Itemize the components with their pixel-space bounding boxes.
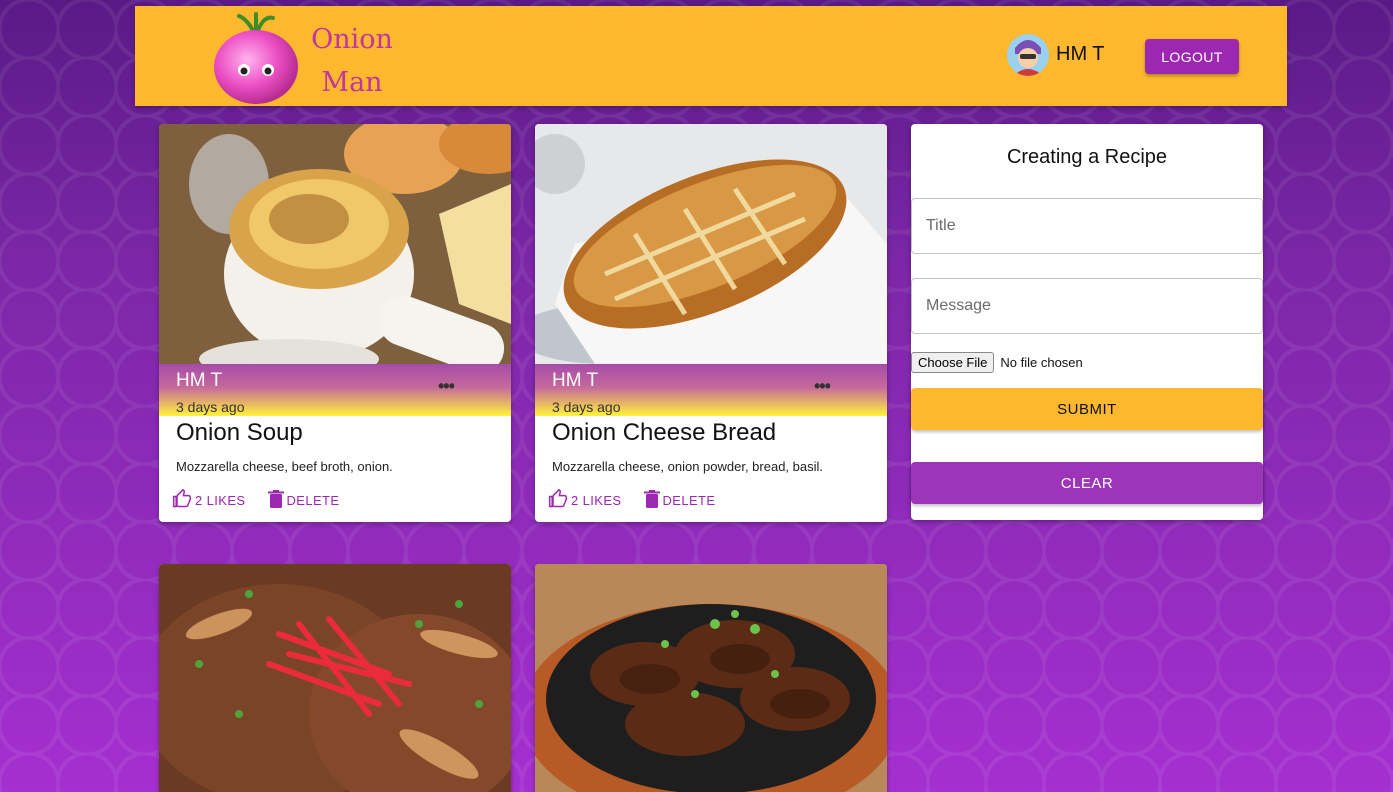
file-status: No file chosen: [1000, 355, 1083, 370]
post-author: HM T: [176, 370, 223, 391]
title-input[interactable]: [912, 199, 1262, 253]
onion-logo-icon[interactable]: [211, 10, 301, 104]
delete-button[interactable]: DELETE: [267, 489, 340, 511]
beef-bowl-photo: [159, 564, 511, 792]
brand-name: Onion Man: [297, 18, 407, 104]
like-button[interactable]: 2 LIKES: [548, 488, 622, 512]
delete-label: DELETE: [286, 492, 340, 508]
choose-file-button[interactable]: Choose File: [911, 352, 995, 373]
like-label: 2 LIKES: [195, 492, 246, 508]
post-time: 3 days ago: [176, 399, 245, 415]
user-avatar[interactable]: [1007, 34, 1049, 76]
post-message: Mozzarella cheese, beef broth, onion.: [176, 459, 393, 474]
message-input[interactable]: [912, 279, 1262, 333]
title-field[interactable]: [911, 198, 1263, 254]
recipe-form: Creating a Recipe Choose File No file ch…: [911, 124, 1263, 520]
post-actions: 2 LIKES DELETE: [548, 488, 716, 512]
brand-line-1: Onion: [311, 24, 393, 55]
brand-line-2: Man: [321, 67, 383, 98]
more-options-icon[interactable]: •••: [438, 376, 455, 397]
post-card: HM T 3 days ago ••• Onion Soup Mozzarell…: [159, 124, 511, 522]
post-title: Onion Soup: [176, 419, 303, 446]
galbi-sizzling-plate-photo: [535, 564, 887, 792]
post-author: HM T: [552, 370, 599, 391]
username: HM T: [1056, 43, 1105, 65]
thumb-up-icon: [548, 488, 568, 512]
more-options-icon[interactable]: •••: [814, 376, 831, 397]
thumb-up-icon: [172, 488, 192, 512]
onion-soup-photo: [159, 124, 511, 364]
post-card: [159, 564, 511, 792]
delete-button[interactable]: DELETE: [643, 489, 716, 511]
message-field[interactable]: [911, 278, 1263, 334]
submit-button[interactable]: SUBMIT: [911, 388, 1263, 430]
like-button[interactable]: 2 LIKES: [172, 488, 246, 512]
form-heading: Creating a Recipe: [1006, 146, 1168, 168]
like-label: 2 LIKES: [571, 492, 622, 508]
post-actions: 2 LIKES DELETE: [172, 488, 340, 512]
clear-button[interactable]: CLEAR: [911, 462, 1263, 504]
post-message: Mozzarella cheese, onion powder, bread, …: [552, 459, 823, 474]
delete-label: DELETE: [662, 492, 716, 508]
post-card: [535, 564, 887, 792]
trash-icon: [267, 489, 284, 511]
file-picker: Choose File No file chosen: [911, 352, 1083, 373]
post-card: HM T 3 days ago ••• Onion Cheese Bread M…: [535, 124, 887, 522]
app-header: Onion Man HM T LOGOUT: [135, 6, 1287, 106]
cheese-bread-photo: [535, 124, 887, 364]
post-title: Onion Cheese Bread: [552, 419, 777, 446]
trash-icon: [643, 489, 660, 511]
logout-button[interactable]: LOGOUT: [1145, 39, 1239, 74]
post-time: 3 days ago: [552, 399, 621, 415]
